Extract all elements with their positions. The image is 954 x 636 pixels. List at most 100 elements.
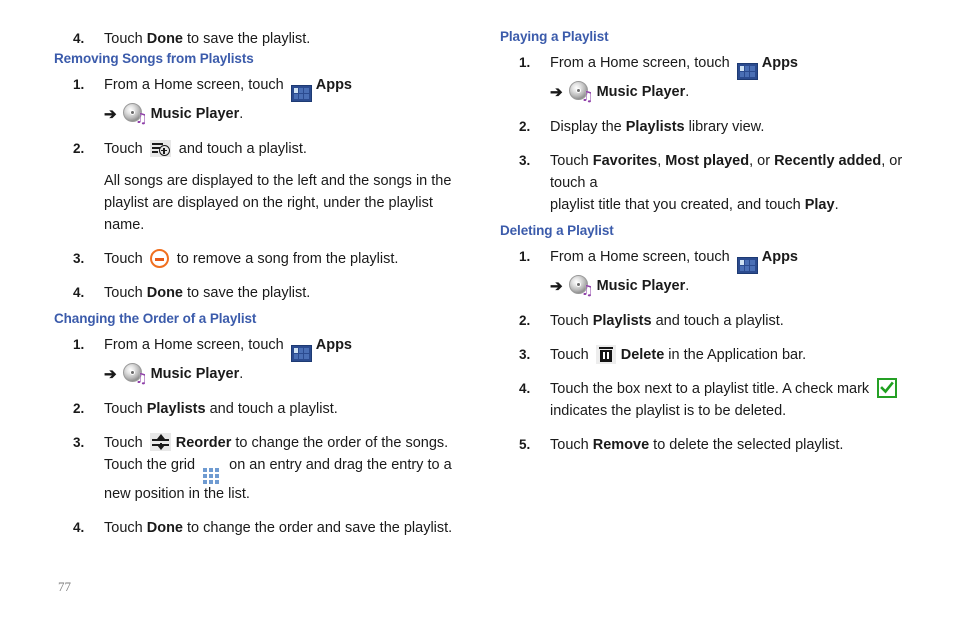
step-text: From a Home screen, touch Apps	[104, 334, 474, 362]
step-text-sep: , or	[749, 153, 775, 169]
arrow-right-icon: ➔	[104, 366, 117, 383]
music-player-disc-icon[interactable]: ♫	[122, 102, 148, 126]
step-text-post: .	[239, 366, 244, 382]
music-player-label: Music Player	[596, 278, 686, 294]
list-item: 4. Touch Done to change the order and sa…	[54, 517, 474, 539]
step-text-post: to remove a song from the playlist.	[172, 251, 399, 267]
add-to-playlist-icon[interactable]	[149, 140, 171, 157]
apps-grid-icon[interactable]	[290, 345, 312, 362]
step-text-pre: Touch the grid	[104, 457, 200, 473]
apps-label: Apps	[761, 249, 798, 265]
step-text: Touch Favorites, Most played, or Recentl…	[550, 150, 920, 194]
step-number: 4.	[73, 285, 85, 300]
list-item: 5. Touch Remove to delete the selected p…	[500, 434, 920, 456]
step-number: 3.	[519, 153, 531, 168]
music-player-label: Music Player	[150, 366, 240, 382]
step-text-pre: Touch	[104, 435, 147, 451]
step-text-post: .	[239, 106, 244, 122]
step-text-pre: Display the	[550, 119, 626, 135]
step-text-post: to change the order and save the playlis…	[182, 520, 453, 536]
list-item: 4. Touch Done to save the playlist.	[54, 282, 474, 304]
step-text-post: on an entry and drag the entry to a	[225, 457, 452, 473]
step-text: Touch Delete in the Application bar.	[550, 344, 920, 366]
step-text-pre: Touch the box next to a playlist title. …	[550, 381, 874, 397]
list-item: 3. Touch Favorites, Most played, or Rece…	[500, 150, 920, 216]
step-text-post: library view.	[684, 119, 765, 135]
music-player-disc-icon[interactable]: ♫	[568, 274, 594, 298]
recently-added-label: Recently added	[774, 153, 882, 169]
paragraph-line: All songs are displayed to the left and …	[104, 173, 452, 189]
list-item: 3. Touch Delete in the Application bar.	[500, 344, 920, 366]
step-text-post: and touch a playlist.	[651, 313, 784, 329]
step-text-pre: playlist title that you created, and tou…	[550, 197, 805, 213]
favorites-label: Favorites	[592, 153, 658, 169]
step-paragraph: All songs are displayed to the left and …	[104, 170, 474, 236]
apps-grid-icon[interactable]	[290, 85, 312, 102]
step-text: Touch Done to save the playlist.	[104, 282, 474, 304]
trash-delete-icon[interactable]	[595, 345, 616, 364]
step-number: 2.	[73, 401, 85, 416]
step-text-pre: Touch	[104, 401, 147, 417]
step-text-pre: From a Home screen, touch	[104, 337, 288, 353]
step-text: From a Home screen, touch Apps	[550, 246, 920, 274]
step-text: Touch Reorder to change the order of the…	[104, 432, 474, 454]
remove-label: Remove	[592, 437, 650, 453]
step-number: 1.	[519, 249, 531, 264]
step-number: 2.	[73, 141, 85, 156]
list-item: 4. Touch Done to save the playlist.	[54, 28, 474, 50]
step-text-post: to delete the selected playlist.	[649, 437, 844, 453]
apps-label: Apps	[761, 55, 798, 71]
list-item: 1. From a Home screen, touch Apps ➔ ♫ Musi…	[500, 52, 920, 104]
list-item: 2. Touch Playlists and touch a playlist.	[54, 398, 474, 420]
step-text: Touch Done to save the playlist.	[104, 28, 474, 50]
step-text: Touch and touch a playlist.	[104, 138, 474, 160]
music-player-disc-icon[interactable]: ♫	[122, 362, 148, 386]
section-changing-order: Changing the Order of a Playlist 1. From…	[54, 310, 474, 539]
step-text-post: to save the playlist.	[182, 285, 311, 301]
playlists-label: Playlists	[625, 119, 685, 135]
arrow-right-icon: ➔	[104, 106, 117, 123]
step-text-post: and touch a playlist.	[174, 141, 307, 157]
step-list: 1. From a Home screen, touch Apps ➔ ♫ Musi…	[54, 74, 474, 304]
step-text: Touch the box next to a playlist title. …	[550, 378, 920, 400]
done-label: Done	[146, 285, 183, 301]
step-list: 1. From a Home screen, touch Apps ➔ ♫ Musi…	[54, 334, 474, 539]
remove-minus-icon[interactable]	[149, 249, 169, 268]
done-label: Done	[146, 520, 183, 536]
intro-step-list: 4. Touch Done to save the playlist.	[54, 28, 474, 50]
step-number: 2.	[519, 313, 531, 328]
apps-label: Apps	[315, 337, 352, 353]
playlists-label: Playlists	[146, 401, 206, 417]
apps-label: Apps	[315, 77, 352, 93]
step-text-post: .	[834, 197, 839, 213]
step-number: 2.	[519, 119, 531, 134]
playlists-label: Playlists	[592, 313, 652, 329]
apps-grid-icon[interactable]	[736, 257, 758, 274]
step-text-pre: Touch	[104, 141, 147, 157]
apps-grid-icon[interactable]	[736, 63, 758, 80]
step-text-pre: Touch	[104, 285, 147, 301]
step-text-pre: Touch	[104, 520, 147, 536]
step-subline: ➔ ♫ Music Player.	[550, 80, 920, 104]
step-text: Touch Playlists and touch a playlist.	[104, 398, 474, 420]
reorder-icon[interactable]	[149, 433, 171, 451]
step-number: 5.	[519, 437, 531, 452]
list-item: 1. From a Home screen, touch Apps ➔ ♫ Musi…	[500, 246, 920, 298]
step-number: 1.	[73, 337, 85, 352]
list-item: 2. Touch Playlists and touch a playlist.	[500, 310, 920, 332]
step-text: Touch Done to change the order and save …	[104, 517, 474, 539]
step-text-pre: Touch	[550, 153, 593, 169]
list-item: 2. Display the Playlists library view.	[500, 116, 920, 138]
page-title: Changing the Order of a Playlist	[54, 311, 257, 326]
drag-grid-handle-icon[interactable]	[203, 468, 220, 484]
right-column: Playing a Playlist 1. From a Home screen…	[500, 28, 920, 458]
delete-label: Delete	[620, 347, 665, 363]
step-subline: playlist title that you created, and tou…	[550, 194, 920, 216]
music-player-disc-icon[interactable]: ♫	[568, 80, 594, 104]
list-item: 1. From a Home screen, touch Apps ➔ ♫ Musi…	[54, 334, 474, 386]
green-checkmark-icon[interactable]	[877, 378, 898, 398]
list-item: 1. From a Home screen, touch Apps ➔ ♫ Musi…	[54, 74, 474, 126]
step-number: 3.	[73, 251, 85, 266]
section-removing-songs: Removing Songs from Playlists 1. From a …	[54, 50, 474, 304]
music-player-label: Music Player	[150, 106, 240, 122]
